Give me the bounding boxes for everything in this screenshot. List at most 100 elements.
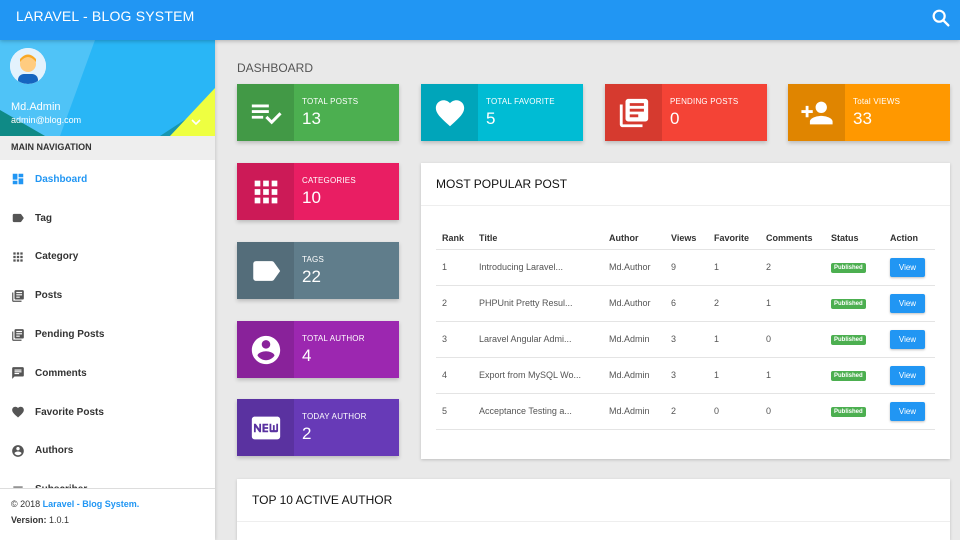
cell-rank: 1: [436, 249, 473, 286]
view-button[interactable]: View: [890, 293, 925, 313]
person-add-icon: [800, 101, 833, 124]
most-popular-post-card: MOST POPULAR POST Rank Title Author View…: [421, 163, 950, 459]
column-header: Author: [603, 227, 665, 250]
sidebar-item-authors[interactable]: Authors: [0, 432, 215, 471]
sidebar-item-label: Dashboard: [35, 173, 88, 185]
user-info-panel: Md.Admin admin@blog.com: [0, 40, 215, 136]
column-header: Action: [884, 227, 935, 250]
app-brand[interactable]: LARAVEL - BLOG SYSTEM: [16, 8, 194, 24]
table-row: 3 Laravel Angular Admi... Md.Admin 3 1 0…: [436, 321, 935, 358]
infobox-label: CATEGORIES: [302, 176, 356, 185]
infobox-categories[interactable]: CATEGORIES 10: [237, 163, 399, 220]
view-button[interactable]: View: [890, 329, 925, 349]
sidebar-item-label: Comments: [35, 367, 87, 379]
sidebar-item-favorite-posts[interactable]: Favorite Posts: [0, 393, 215, 432]
sidebar-footer: © 2018 Laravel - Blog System. Version: 1…: [0, 488, 215, 540]
cell-status: Published: [825, 285, 884, 322]
cell-comments: 1: [760, 357, 825, 394]
column-header: Views: [665, 227, 708, 250]
infobox-total-views[interactable]: Total VIEWS 33: [788, 84, 950, 141]
column-header: Comments: [760, 227, 825, 250]
comment-icon: [12, 367, 24, 380]
table-row: 2 PHPUnit Pretty Resul... Md.Author 6 2 …: [436, 285, 935, 322]
account-circle-icon: [12, 445, 24, 457]
column-header: Rank: [436, 227, 473, 250]
sidebar-item-label: Tag: [35, 212, 53, 224]
search-icon[interactable]: [930, 7, 952, 29]
card-title: MOST POPULAR POST: [421, 163, 950, 206]
cell-title: Laravel Angular Admi...: [473, 321, 603, 358]
infobox-label: Total VIEWS: [853, 97, 901, 106]
sidebar-item-posts[interactable]: Posts: [0, 276, 215, 315]
view-button[interactable]: View: [890, 257, 925, 277]
account-circle-icon: [251, 335, 280, 364]
cell-favorite: 2: [708, 285, 760, 322]
infobox-total-favorite[interactable]: TOTAL FAVORITE 5: [421, 84, 583, 141]
top-navbar: LARAVEL - BLOG SYSTEM: [0, 0, 960, 40]
label-icon: [252, 260, 280, 281]
apps-icon: [254, 180, 277, 203]
infobox-value: 13: [302, 109, 321, 128]
column-header: Title: [473, 227, 603, 250]
sidebar-menu: Dashboard Tag Category Posts Pending Pos…: [0, 160, 215, 509]
cell-views: 3: [665, 321, 708, 358]
cell-comments: 1: [760, 285, 825, 322]
view-button[interactable]: View: [890, 401, 925, 421]
cell-action: View: [884, 357, 935, 394]
infobox-total-author[interactable]: TOTAL AUTHOR 4: [237, 321, 399, 378]
cell-rank: 2: [436, 285, 473, 322]
table-header-row: Rank Title Author Views Favorite Comment…: [436, 227, 935, 250]
page-title: DASHBOARD: [237, 61, 314, 75]
column-header: Favorite: [708, 227, 760, 250]
table-row: 4 Export from MySQL Wo... Md.Admin 3 1 1…: [436, 357, 935, 394]
infobox-today-author[interactable]: TODAY AUTHOR 2: [237, 399, 399, 456]
cell-status: Published: [825, 249, 884, 286]
cell-favorite: 1: [708, 249, 760, 286]
library-books-icon: [619, 98, 648, 127]
chevron-down-icon[interactable]: [190, 116, 202, 128]
cell-author: Md.Admin: [603, 357, 665, 394]
sidebar-item-tag[interactable]: Tag: [0, 199, 215, 238]
cell-title: PHPUnit Pretty Resul...: [473, 285, 603, 322]
cell-rank: 5: [436, 393, 473, 430]
infobox-value: 0: [670, 109, 680, 128]
apps-icon: [13, 252, 23, 262]
brand-link[interactable]: Laravel - Blog System.: [43, 499, 140, 509]
cell-favorite: 1: [708, 357, 760, 394]
user-name: Md.Admin: [11, 101, 61, 113]
cell-rank: 3: [436, 321, 473, 358]
popular-posts-table: Rank Title Author Views Favorite Comment…: [436, 227, 935, 430]
cell-action: View: [884, 249, 935, 286]
sidebar-item-dashboard[interactable]: Dashboard: [0, 160, 215, 199]
infobox-value: 2: [302, 424, 312, 443]
version-line: Version: 1.0.1: [11, 515, 204, 525]
status-badge: Published: [831, 407, 866, 417]
library-books-icon: [12, 328, 24, 341]
card-title: TOP 10 ACTIVE AUTHOR: [237, 479, 950, 522]
cell-favorite: 1: [708, 321, 760, 358]
cell-author: Md.Admin: [603, 393, 665, 430]
status-badge: Published: [831, 335, 866, 345]
new-badge-icon: [251, 416, 280, 439]
cell-status: Published: [825, 321, 884, 358]
infobox-value: 5: [486, 109, 496, 128]
infobox-tags[interactable]: TAGS 22: [237, 242, 399, 299]
infobox-total-posts[interactable]: TOTAL POSTS 13: [237, 84, 399, 141]
infobox-value: 10: [302, 188, 321, 207]
infobox-label: TAGS: [302, 255, 324, 264]
label-icon: [12, 214, 24, 223]
cell-action: View: [884, 321, 935, 358]
dashboard-icon: [12, 174, 24, 185]
infobox-pending-posts[interactable]: PENDING POSTS 0: [605, 84, 767, 141]
avatar[interactable]: [10, 48, 46, 84]
cell-status: Published: [825, 393, 884, 430]
sidebar-item-comments[interactable]: Comments: [0, 354, 215, 393]
status-badge: Published: [831, 263, 866, 273]
cell-views: 6: [665, 285, 708, 322]
sidebar-item-category[interactable]: Category: [0, 238, 215, 277]
library-books-icon: [12, 289, 24, 302]
playlist-check-icon: [251, 104, 282, 124]
infobox-label: TOTAL AUTHOR: [302, 334, 365, 343]
sidebar-item-pending-posts[interactable]: Pending Posts: [0, 315, 215, 354]
view-button[interactable]: View: [890, 365, 925, 385]
